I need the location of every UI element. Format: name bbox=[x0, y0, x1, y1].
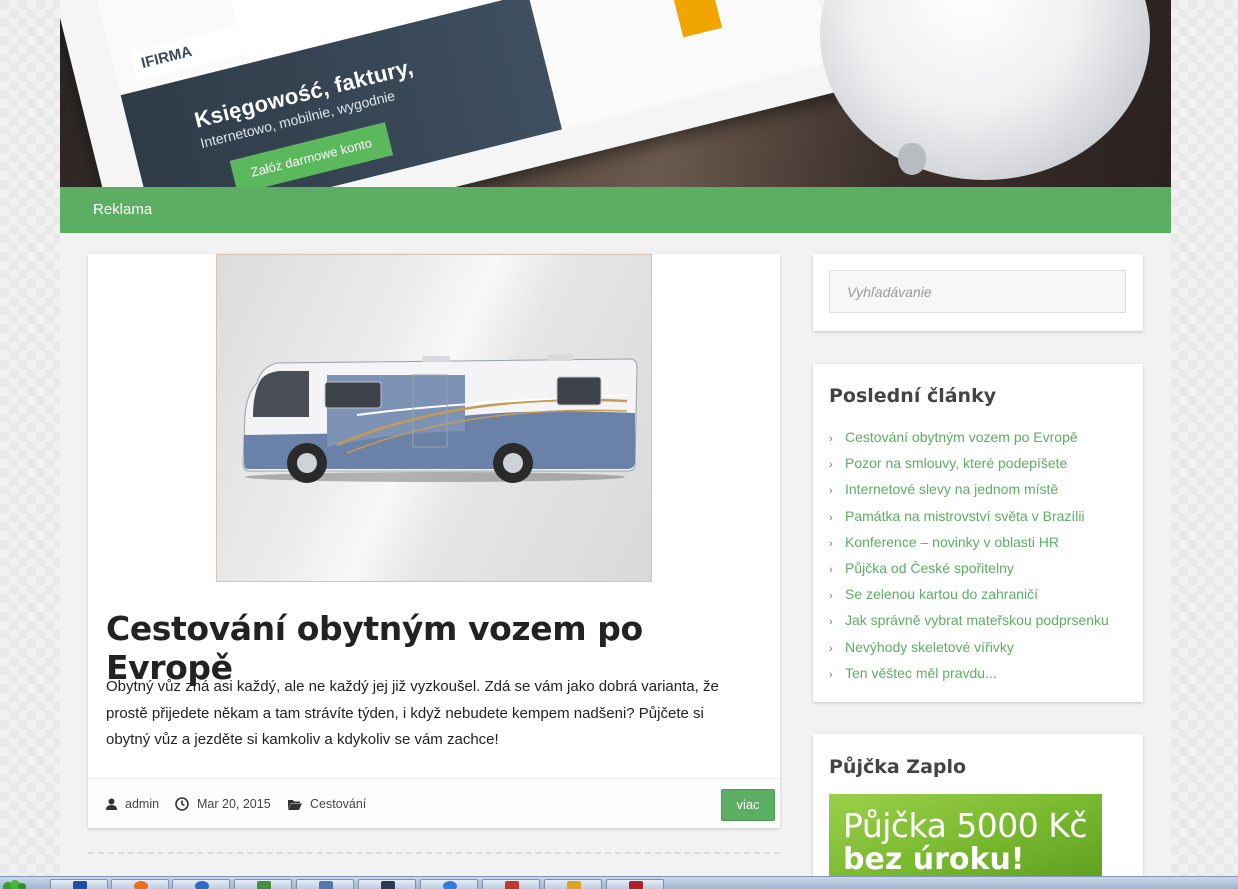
chevron-right-icon: › bbox=[829, 433, 833, 445]
post-author-name: admin bbox=[125, 797, 160, 811]
list-item[interactable]: › Nevýhody skeletové vířivky bbox=[829, 638, 1109, 664]
pdf-icon bbox=[629, 881, 643, 889]
apple-logo-icon bbox=[898, 143, 926, 175]
site-container: IFIRMA Księgowość, faktury, Internetowo,… bbox=[60, 0, 1171, 876]
recent-posts-widget: Poslední články › Cestování obytným vozem… bbox=[813, 364, 1143, 702]
os-taskbar bbox=[0, 876, 1238, 889]
banner-tablet-image: IFIRMA Księgowość, faktury, Internetowo,… bbox=[60, 0, 880, 187]
post-excerpt: Obytný vůz zná asi každý, ale ne každý j… bbox=[106, 678, 719, 748]
recent-posts-list: › Cestování obytným vozem po Evropě › Pozo… bbox=[829, 428, 1109, 690]
chevron-right-icon: › bbox=[829, 563, 833, 576]
user-icon bbox=[106, 798, 117, 810]
ad-subheadline: bez úroku! bbox=[843, 842, 1025, 876]
taskbar-pdf-button[interactable] bbox=[606, 879, 664, 889]
post-category[interactable]: Cestování bbox=[288, 779, 366, 829]
clock-icon bbox=[175, 797, 189, 811]
list-item[interactable]: › Památka na mistrovství světa v Brazílii bbox=[829, 507, 1109, 533]
nav-item-reklama[interactable]: Reklama bbox=[93, 187, 152, 233]
post-author[interactable]: admin bbox=[106, 779, 159, 829]
window-icon bbox=[319, 881, 333, 889]
ad-widget: Půjčka Zaplo Půjčka 5000 Kč bez úroku! bbox=[813, 734, 1143, 876]
folder-open-icon bbox=[288, 799, 302, 810]
recent-posts-title: Poslední články bbox=[829, 385, 997, 407]
recent-post-link[interactable]: Jak správně vybrat mateřskou podprsenku bbox=[845, 612, 1109, 628]
search-input[interactable] bbox=[829, 270, 1126, 313]
list-item[interactable]: › Ten věštec měl pravdu... bbox=[829, 664, 1109, 690]
recent-post-link[interactable]: Se zelenou kartou do zahraničí bbox=[845, 586, 1038, 602]
recent-post-link[interactable]: Nevýhody skeletové vířivky bbox=[845, 639, 1014, 655]
spreadsheet-icon bbox=[257, 881, 271, 889]
post-separator bbox=[88, 852, 780, 854]
chevron-right-icon: › bbox=[829, 590, 833, 603]
recent-post-link[interactable]: Půjčka od České spořitelny bbox=[845, 560, 1014, 576]
taskbar-ie-button[interactable] bbox=[420, 879, 478, 889]
loan-ad-banner[interactable]: Půjčka 5000 Kč bez úroku! bbox=[829, 794, 1102, 876]
motorhome-image bbox=[242, 354, 638, 483]
search-widget bbox=[813, 254, 1143, 331]
pencil-icon bbox=[567, 881, 581, 889]
main-navigation: Reklama bbox=[60, 187, 1171, 233]
ad-headline: Půjčka 5000 Kč bbox=[843, 806, 1088, 845]
taskbar-monitor-button[interactable] bbox=[358, 879, 416, 889]
taskbar-window-button[interactable] bbox=[296, 879, 354, 889]
list-item[interactable]: › Půjčka od České spořitelny bbox=[829, 559, 1109, 585]
list-item[interactable]: › Se zelenou kartou do zahraničí bbox=[829, 585, 1109, 611]
browser-icon bbox=[195, 881, 209, 889]
chevron-right-icon: › bbox=[829, 511, 833, 524]
internet-explorer-icon bbox=[443, 881, 457, 889]
post-thumbnail[interactable] bbox=[216, 254, 652, 582]
recent-post-link[interactable]: Konference – novinky v oblasti HR bbox=[845, 534, 1059, 550]
recent-post-link[interactable]: Pozor na smlouvy, které podepíšete bbox=[845, 455, 1067, 471]
ad-widget-title: Půjčka Zaplo bbox=[829, 756, 967, 778]
start-orb-icon[interactable] bbox=[2, 878, 26, 889]
taskbar-spreadsheet-button[interactable] bbox=[234, 879, 292, 889]
list-item[interactable]: › Cestování obytným vozem po Evropě bbox=[829, 428, 1109, 454]
header-banner[interactable]: IFIRMA Księgowość, faktury, Internetowo,… bbox=[60, 0, 1171, 187]
list-item[interactable]: › Pozor na smlouvy, které podepíšete bbox=[829, 454, 1109, 480]
recent-post-link[interactable]: Ten věštec měl pravdu... bbox=[845, 665, 997, 681]
post-date-text: Mar 20, 2015 bbox=[197, 797, 271, 811]
network-icon bbox=[73, 881, 87, 889]
recent-post-link[interactable]: Internetové slevy na jednom místě bbox=[845, 481, 1058, 497]
chevron-right-icon: › bbox=[829, 459, 833, 472]
post-meta-bar: admin Mar 20, 2015 Cestování viac bbox=[88, 778, 780, 828]
taskbar-paint-button[interactable] bbox=[482, 879, 540, 889]
chevron-right-icon: › bbox=[829, 485, 833, 498]
list-item[interactable]: › Internetové slevy na jednom místě bbox=[829, 480, 1109, 506]
paint-icon bbox=[505, 881, 519, 889]
banner-mouse-image bbox=[820, 0, 1150, 180]
firefox-icon bbox=[134, 881, 148, 889]
taskbar-browser-button[interactable] bbox=[172, 879, 230, 889]
list-item[interactable]: › Jak správně vybrat mateřskou podprsenku bbox=[829, 611, 1109, 637]
post-date: Mar 20, 2015 bbox=[175, 779, 271, 829]
chevron-right-icon: › bbox=[829, 616, 833, 629]
taskbar-pencil-button[interactable] bbox=[544, 879, 602, 889]
post-category-name: Cestování bbox=[310, 797, 367, 811]
chevron-right-icon: › bbox=[829, 642, 833, 655]
chevron-right-icon: › bbox=[829, 668, 833, 681]
post-card: Cestování obytným vozem po Evropě Obytný… bbox=[88, 254, 780, 828]
taskbar-network-button[interactable] bbox=[50, 879, 108, 889]
read-more-button[interactable]: viac bbox=[721, 789, 775, 821]
list-item[interactable]: › Konference – novinky v oblasti HR bbox=[829, 533, 1109, 559]
taskbar-firefox-button[interactable] bbox=[111, 879, 169, 889]
recent-post-link[interactable]: Cestování obytným vozem po Evropě bbox=[845, 429, 1078, 445]
recent-post-link[interactable]: Památka na mistrovství světa v Brazílii bbox=[845, 508, 1085, 524]
chevron-right-icon: › bbox=[829, 537, 833, 550]
monitor-icon bbox=[381, 881, 395, 889]
